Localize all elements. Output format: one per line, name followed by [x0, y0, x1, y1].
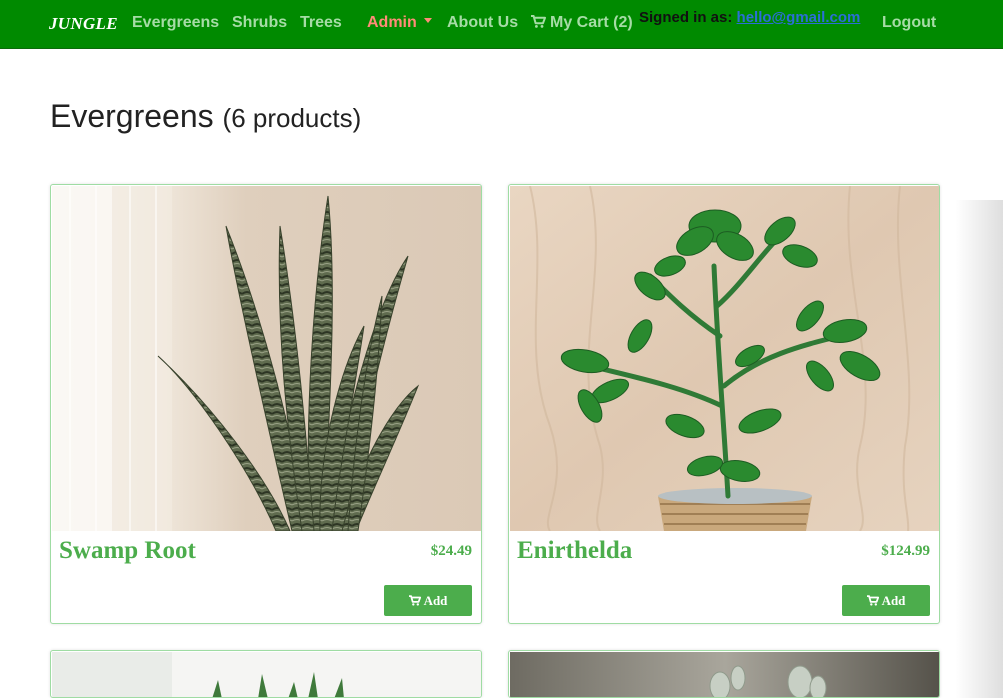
product-price: $24.49 — [430, 543, 472, 559]
product-card[interactable]: Swamp Root $24.49 Add — [50, 184, 482, 624]
product-card[interactable] — [508, 650, 940, 698]
product-card[interactable]: Enirthelda $124.99 Add — [508, 184, 940, 624]
logout-link[interactable]: Logout — [882, 14, 936, 32]
top-navbar: JUNGLE Evergreens Shrubs Trees Admin Abo… — [0, 0, 1003, 49]
product-image-jade-plant[interactable] — [510, 186, 939, 531]
nav-link-trees[interactable]: Trees — [300, 14, 342, 32]
caret-down-icon — [423, 18, 432, 24]
user-email-link[interactable]: hello@gmail.com — [737, 9, 861, 26]
brand-logo[interactable]: JUNGLE — [49, 14, 118, 34]
admin-label: Admin — [367, 14, 417, 31]
cart-icon — [408, 595, 421, 606]
product-price: $124.99 — [881, 543, 930, 559]
cart-icon — [531, 15, 546, 28]
page-edge-shadow — [955, 200, 1003, 698]
nav-link-shrubs[interactable]: Shrubs — [232, 14, 287, 32]
admin-dropdown[interactable]: Admin — [367, 14, 432, 32]
cart-icon — [866, 595, 879, 606]
product-count: (6 products) — [222, 103, 362, 133]
cart-link[interactable]: My Cart (2) — [531, 14, 633, 32]
product-image[interactable] — [510, 652, 939, 697]
product-name[interactable]: Enirthelda — [517, 537, 632, 565]
category-title: Evergreens — [50, 98, 214, 134]
page-title: Evergreens (6 products) — [50, 98, 361, 135]
cart-label: My Cart (2) — [550, 14, 633, 31]
add-to-cart-button[interactable]: Add — [842, 585, 930, 616]
product-card[interactable] — [50, 650, 482, 698]
signed-in-status: Signed in as: hello@gmail.com — [639, 9, 860, 26]
add-button-label: Add — [881, 592, 906, 608]
product-image-snake-plant[interactable] — [52, 186, 481, 531]
product-image[interactable] — [52, 652, 481, 697]
add-to-cart-button[interactable]: Add — [384, 585, 472, 616]
add-button-label: Add — [423, 592, 448, 608]
nav-link-evergreens[interactable]: Evergreens — [132, 14, 219, 32]
product-name[interactable]: Swamp Root — [59, 537, 196, 565]
signed-in-label: Signed in as: — [639, 9, 733, 26]
nav-link-about[interactable]: About Us — [447, 14, 518, 32]
